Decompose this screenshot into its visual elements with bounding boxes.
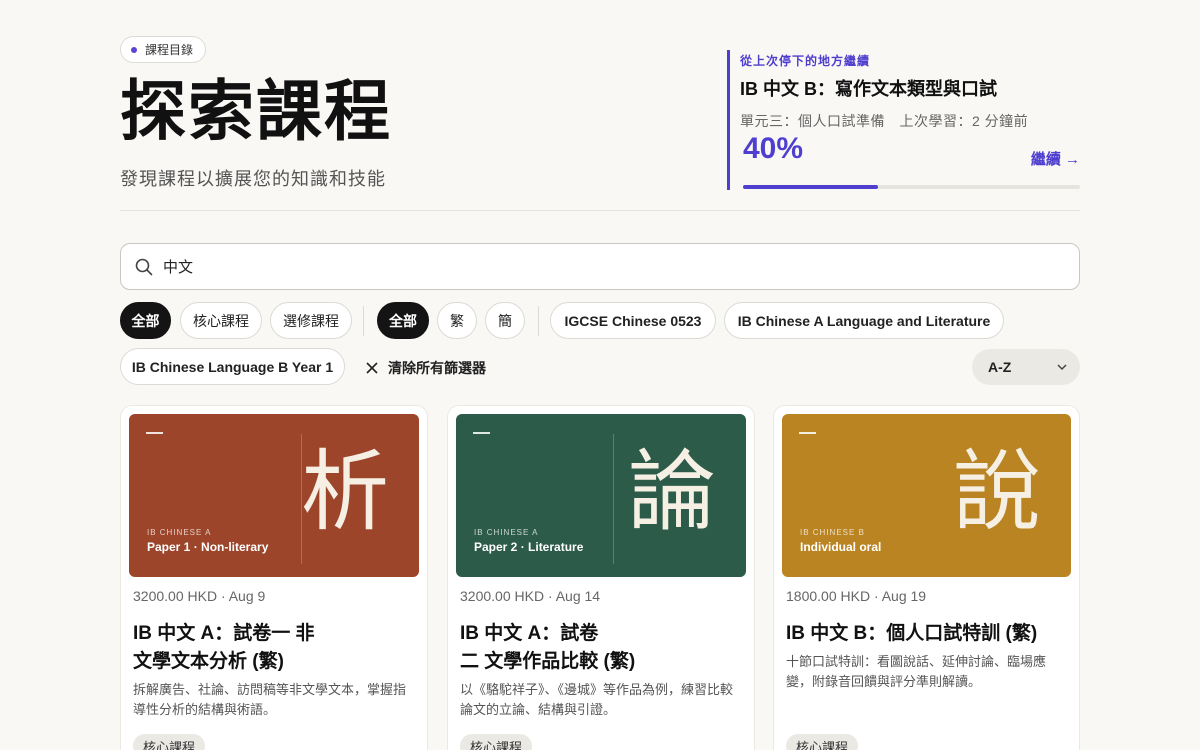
course-tag: 核心課程: [133, 734, 206, 750]
resume-percent: 40%: [743, 132, 804, 165]
filter-type-all[interactable]: 全部: [120, 302, 171, 339]
cover-dash: [799, 432, 816, 434]
course-cover: 論 IB CHINESE A Paper 2 · Literature: [456, 414, 746, 577]
course-title-line: 二 文學作品比較 (繁): [460, 651, 636, 672]
page-subtitle: 發現課程以擴展您的知識和技能: [120, 169, 386, 189]
filter-script-all[interactable]: 全部: [377, 302, 429, 339]
resume-course-title: IB 中文 B：寫作文本類型與口試: [740, 79, 997, 99]
cover-dash: [473, 432, 490, 434]
filter-script-simplified[interactable]: 簡: [485, 302, 525, 339]
search-input[interactable]: [163, 258, 1043, 275]
header-divider: [120, 210, 1080, 211]
resume-card: 從上次停下的地方繼續 IB 中文 B：寫作文本類型與口試 單元三：個人口試準備 …: [727, 50, 1080, 190]
course-title[interactable]: IB 中文 B：個人口試特訓 (繁): [786, 620, 1066, 648]
course-tag: 核心課程: [786, 734, 859, 750]
progress-bar: [743, 185, 1080, 189]
cover-glyph: 說: [952, 440, 1041, 543]
catalog-badge: 課程目錄: [120, 36, 207, 63]
cover-series: IB CHINESE A: [147, 528, 212, 537]
course-cover: 析 IB CHINESE A Paper 1 · Non-literary: [129, 414, 419, 577]
cover-rule: [613, 434, 614, 564]
course-title[interactable]: IB 中文 A：試卷一 非 文學文本分析 (繁): [133, 620, 413, 676]
search-box[interactable]: [120, 243, 1080, 290]
search-icon: [135, 258, 153, 275]
course-cover: 說 IB CHINESE B Individual oral: [782, 414, 1071, 577]
progress-fill: [743, 185, 878, 189]
course-title-line: IB 中文 B：個人口試特訓 (繁): [786, 623, 1038, 644]
filter-program-igcse[interactable]: IGCSE Chinese 0523: [550, 302, 716, 339]
course-price: 3200.00 HKD · Aug 9: [133, 588, 266, 604]
resume-kicker: 從上次停下的地方繼續: [740, 54, 871, 68]
clear-filters-label: 清除所有篩選器: [388, 360, 486, 376]
cover-series: IB CHINESE B: [800, 528, 865, 537]
course-price: 1800.00 HKD · Aug 19: [786, 588, 927, 604]
page-title: 探索課程: [120, 73, 392, 150]
filter-type-core[interactable]: 核心課程: [180, 302, 262, 339]
course-price: 3200.00 HKD · Aug 14: [460, 588, 601, 604]
course-card[interactable]: 析 IB CHINESE A Paper 1 · Non-literary 32…: [120, 405, 428, 750]
filter-script-traditional[interactable]: 繁: [437, 302, 477, 339]
course-title[interactable]: IB 中文 A：試卷 二 文學作品比較 (繁): [460, 620, 740, 676]
cover-dash: [146, 432, 163, 434]
catalog-page: 課程目錄 探索課程 發現課程以擴展您的知識和技能 從上次停下的地方繼續 IB 中…: [120, 0, 1080, 750]
course-description: 十節口試特訓：看圖說話、延伸討論、臨場應變，附錄音回饋與評分準則解讀。: [786, 654, 1047, 689]
course-card[interactable]: 論 IB CHINESE A Paper 2 · Literature 3200…: [447, 405, 755, 750]
course-card[interactable]: 說 IB CHINESE B Individual oral 1800.00 H…: [773, 405, 1080, 750]
course-title-line: IB 中文 A：試卷一 非: [133, 623, 315, 644]
course-title-line: 文學文本分析 (繁): [133, 651, 284, 672]
resume-meta: 單元三：個人口試準備 上次學習：2 分鐘前: [740, 113, 1029, 129]
course-description: 以《駱駝祥子》、《邊城》等作品為例，練習比較論文的立論、結構與引證。: [460, 682, 734, 717]
badge-dot: [131, 46, 137, 53]
sort-value: A-Z: [988, 359, 1012, 375]
filter-program-ib-b[interactable]: IB Chinese Language B Year 1: [120, 348, 345, 385]
badge-label: 課程目錄: [145, 43, 194, 57]
chevron-down-icon: [1057, 364, 1067, 371]
course-description: 拆解廣告、社論、訪問稿等非文學文本，掌握指導性分析的結構與術語。: [133, 682, 407, 717]
cover-glyph: 析: [300, 440, 389, 543]
sort-select[interactable]: A-Z: [972, 349, 1080, 385]
cover-paper-title: Paper 2 · Literature: [474, 540, 584, 554]
filter-program-ib-a[interactable]: IB Chinese A Language and Literature: [724, 302, 1004, 339]
cover-paper-title: Individual oral: [800, 540, 882, 554]
filter-separator: [538, 306, 539, 336]
course-title-line: IB 中文 A：試卷: [460, 623, 599, 644]
filter-type-elective[interactable]: 選修課程: [270, 302, 352, 339]
cover-series: IB CHINESE A: [474, 528, 539, 537]
clear-filters-button[interactable]: 清除所有篩選器: [366, 356, 486, 380]
course-tag: 核心課程: [460, 734, 533, 750]
close-icon: [366, 362, 378, 374]
continue-link[interactable]: 繼續 →: [1031, 148, 1080, 169]
cover-glyph: 論: [627, 440, 716, 543]
cover-paper-title: Paper 1 · Non-literary: [147, 540, 269, 554]
filter-separator: [363, 306, 364, 336]
